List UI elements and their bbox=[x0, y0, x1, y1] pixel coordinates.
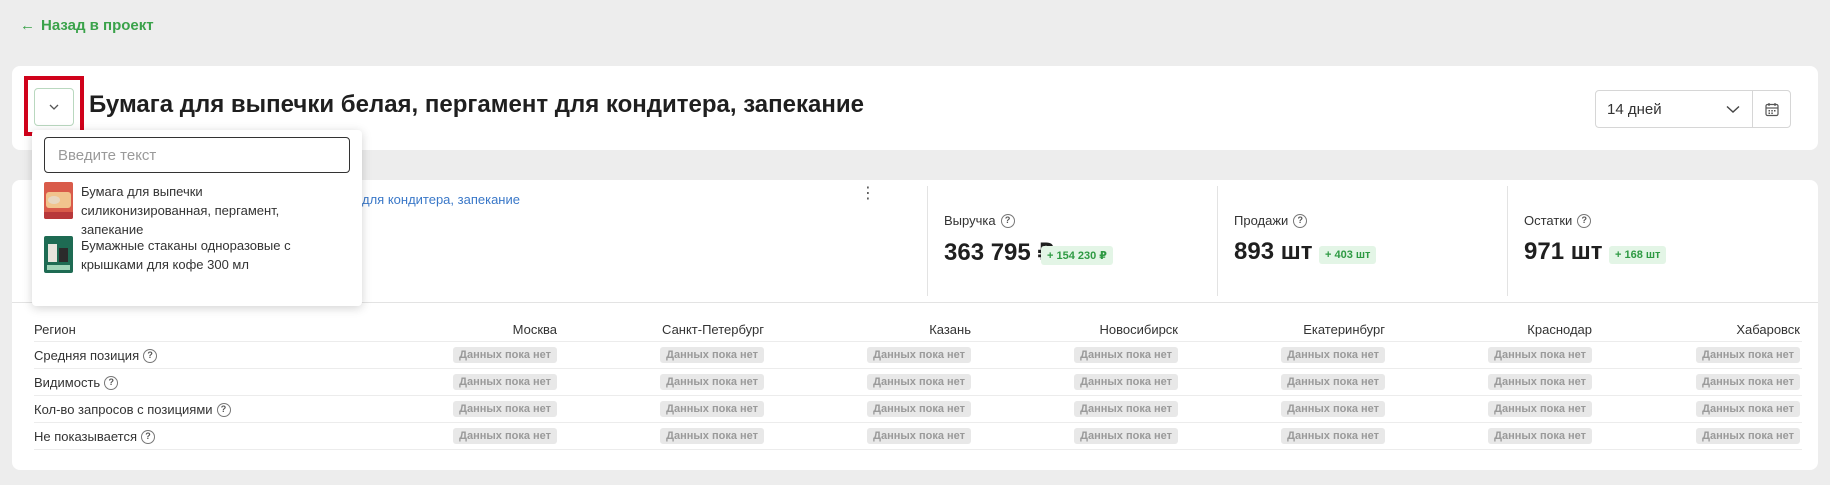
no-data-badge: Данных пока нет bbox=[453, 428, 557, 444]
dropdown-item-label: Бумажные стаканы одноразовые с крышками … bbox=[81, 238, 291, 272]
metric-value: 971 шт bbox=[1524, 238, 1603, 265]
column-header: Санкт-Петербург bbox=[662, 322, 764, 337]
dropdown-item-label: Бумага для выпечки силиконизированная, п… bbox=[81, 184, 280, 237]
metric-value: 363 795 ₽ bbox=[944, 239, 1055, 266]
row-label: Видимость bbox=[34, 375, 101, 390]
no-data-badge: Данных пока нет bbox=[1074, 347, 1178, 363]
dropdown-item[interactable]: Бумажные стаканы одноразовые с крышками … bbox=[44, 236, 321, 274]
table-row: Кол-во запросов с позициями? Данных пока … bbox=[34, 396, 1802, 423]
table-row: Видимость? Данных пока нет Данных пока нет… bbox=[34, 369, 1802, 396]
table-header-row: Регион Москва Санкт-Петербург Казань Нов… bbox=[34, 316, 1802, 342]
metric-revenue: Выручка ? 363 795 ₽ + 154 230 ₽ bbox=[927, 186, 1217, 296]
table-row: Не показывается? Данных пока нет Данных по… bbox=[34, 423, 1802, 450]
help-icon[interactable]: ? bbox=[1293, 213, 1308, 228]
no-data-badge: Данных пока нет bbox=[1074, 401, 1178, 417]
no-data-badge: Данных пока нет bbox=[1696, 428, 1800, 444]
help-icon[interactable]: ? bbox=[1577, 213, 1592, 228]
no-data-badge: Данных пока нет bbox=[1696, 374, 1800, 390]
row-label: Кол-во запросов с позициями bbox=[34, 402, 213, 417]
metric-label: Выручка bbox=[944, 213, 996, 228]
more-options-icon[interactable]: ⋮ bbox=[860, 186, 876, 202]
column-header: Екатеринбург bbox=[1303, 322, 1385, 337]
dropdown-search-input[interactable] bbox=[44, 137, 350, 173]
arrow-left-icon: ← bbox=[20, 17, 35, 34]
no-data-badge: Данных пока нет bbox=[453, 374, 557, 390]
no-data-badge: Данных пока нет bbox=[453, 347, 557, 363]
metric-stock: Остатки ? 971 шт + 168 шт bbox=[1507, 186, 1797, 296]
region-header: Регион bbox=[34, 322, 76, 337]
back-to-project-link[interactable]: ← Назад в проект bbox=[20, 17, 154, 34]
period-select[interactable]: 14 дней bbox=[1595, 90, 1753, 128]
no-data-badge: Данных пока нет bbox=[1488, 428, 1592, 444]
product-thumbnail bbox=[44, 182, 73, 219]
chevron-down-icon bbox=[1726, 105, 1740, 113]
help-icon[interactable]: ? bbox=[141, 429, 155, 444]
help-icon[interactable]: ? bbox=[1000, 213, 1015, 228]
no-data-badge: Данных пока нет bbox=[1696, 347, 1800, 363]
no-data-badge: Данных пока нет bbox=[867, 374, 971, 390]
no-data-badge: Данных пока нет bbox=[1696, 401, 1800, 417]
no-data-badge: Данных пока нет bbox=[1281, 401, 1385, 417]
no-data-badge: Данных пока нет bbox=[1281, 347, 1385, 363]
period-select-value: 14 дней bbox=[1607, 100, 1662, 118]
column-header: Хабаровск bbox=[1736, 322, 1800, 337]
product-link[interactable]: для кондитера, запекание bbox=[362, 192, 520, 207]
back-link-label: Назад в проект bbox=[41, 17, 154, 34]
no-data-badge: Данных пока нет bbox=[660, 428, 764, 444]
no-data-badge: Данных пока нет bbox=[867, 428, 971, 444]
help-icon[interactable]: ? bbox=[104, 375, 119, 390]
page-title: Бумага для выпечки белая, пергамент для … bbox=[89, 91, 864, 118]
dropdown-item[interactable]: Бумага для выпечки силиконизированная, п… bbox=[44, 182, 321, 239]
help-icon[interactable]: ? bbox=[216, 402, 231, 417]
column-header: Новосибирск bbox=[1099, 322, 1179, 337]
no-data-badge: Данных пока нет bbox=[867, 347, 971, 363]
column-header: Казань bbox=[929, 322, 971, 337]
metric-label: Остатки bbox=[1524, 213, 1573, 228]
no-data-badge: Данных пока нет bbox=[453, 401, 557, 417]
column-header: Москва bbox=[512, 322, 557, 337]
metric-delta-badge: + 154 230 ₽ bbox=[1041, 246, 1113, 265]
no-data-badge: Данных пока нет bbox=[660, 401, 764, 417]
table-body: Средняя позиция? Данных пока нет Данных по… bbox=[34, 342, 1802, 450]
calendar-button[interactable] bbox=[1752, 90, 1791, 128]
no-data-badge: Данных пока нет bbox=[1074, 428, 1178, 444]
no-data-badge: Данных пока нет bbox=[1488, 401, 1592, 417]
table-row: Средняя позиция? Данных пока нет Данных по… bbox=[34, 342, 1802, 369]
highlight-frame bbox=[24, 76, 84, 136]
help-icon[interactable]: ? bbox=[143, 348, 158, 363]
no-data-badge: Данных пока нет bbox=[867, 401, 971, 417]
no-data-badge: Данных пока нет bbox=[1281, 428, 1385, 444]
metric-sales: Продажи ? 893 шт + 403 шт bbox=[1217, 186, 1507, 296]
product-thumbnail bbox=[44, 236, 73, 273]
no-data-badge: Данных пока нет bbox=[660, 374, 764, 390]
product-dropdown: Бумага для выпечки силиконизированная, п… bbox=[32, 130, 362, 306]
metric-delta-badge: + 168 шт bbox=[1609, 246, 1667, 264]
metric-value: 893 шт bbox=[1234, 238, 1313, 265]
calendar-icon bbox=[1764, 102, 1779, 116]
metric-delta-badge: + 403 шт bbox=[1319, 246, 1377, 264]
metric-label: Продажи bbox=[1234, 213, 1289, 228]
no-data-badge: Данных пока нет bbox=[1074, 374, 1178, 390]
column-header: Краснодар bbox=[1527, 322, 1592, 337]
no-data-badge: Данных пока нет bbox=[1488, 347, 1592, 363]
no-data-badge: Данных пока нет bbox=[1488, 374, 1592, 390]
row-label: Средняя позиция bbox=[34, 348, 140, 363]
no-data-badge: Данных пока нет bbox=[1281, 374, 1385, 390]
row-label: Не показывается bbox=[34, 429, 137, 444]
no-data-badge: Данных пока нет bbox=[660, 347, 764, 363]
regions-table: Регион Москва Санкт-Петербург Казань Нов… bbox=[34, 316, 1802, 450]
